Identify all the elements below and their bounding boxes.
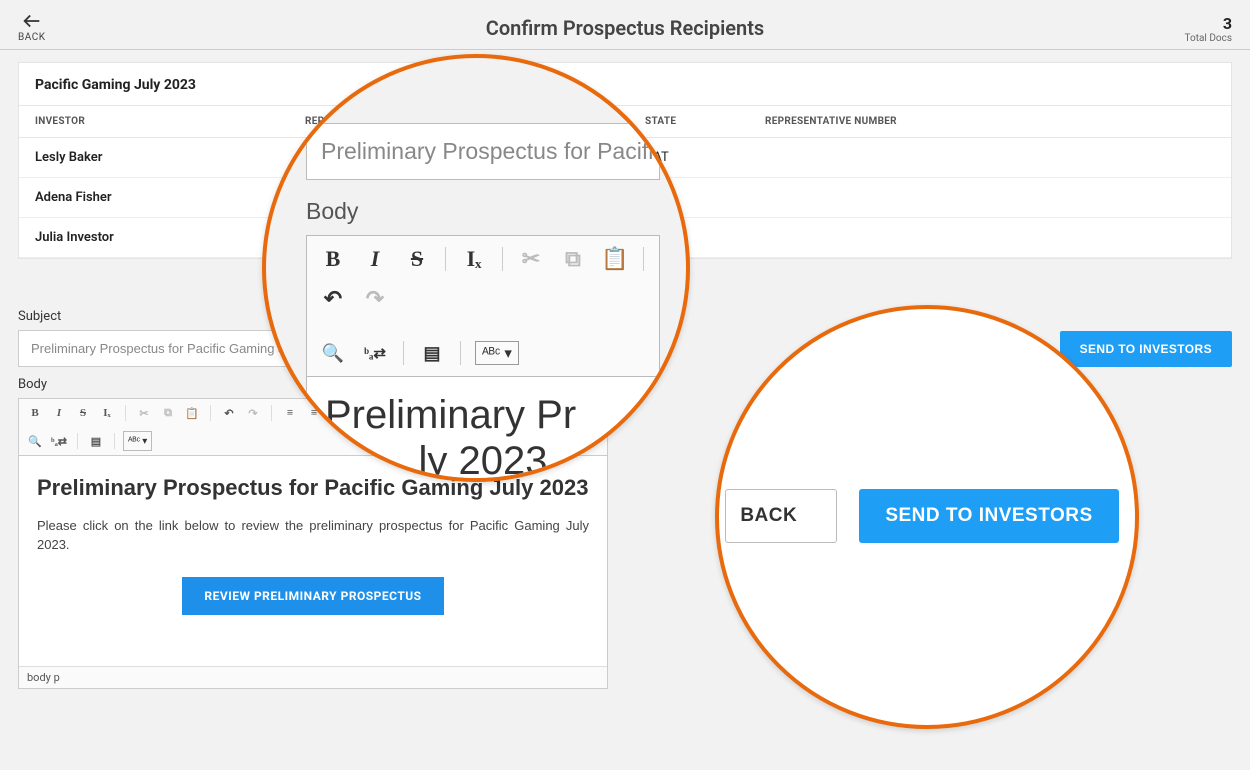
col-state: STATE <box>629 106 749 138</box>
align-left-icon[interactable]: ≡ <box>280 403 300 423</box>
find-icon[interactable]: 🔍 <box>25 431 45 451</box>
editor-status-path: body p <box>19 666 607 688</box>
total-docs-label: Total Docs <box>1185 33 1232 44</box>
callout-back-button[interactable]: BACK <box>725 489 837 543</box>
copy-icon[interactable]: ⧉ <box>559 246 587 272</box>
cell-rep-number <box>749 218 1049 258</box>
paste-icon[interactable]: 📋 <box>601 246 629 272</box>
email-paragraph: Please click on the link below to review… <box>37 516 589 555</box>
redo-icon[interactable]: ↷ <box>361 286 389 312</box>
callout-heading-line1: Preliminary Pr <box>306 377 660 439</box>
cell-rep-number <box>749 138 1049 178</box>
callout-send-button[interactable]: SEND TO INVESTORS <box>859 489 1118 543</box>
col-investor: INVESTOR <box>19 106 289 138</box>
undo-icon[interactable]: ↶ <box>219 403 239 423</box>
paste-icon[interactable]: 📋 <box>182 403 202 423</box>
cut-icon[interactable]: ✂ <box>134 403 154 423</box>
replace-icon[interactable]: ᵇₐ⇄ <box>361 340 389 366</box>
col-rep-number: REPRESENTATIVE NUMBER <box>749 106 1049 138</box>
callout-subject-body: ject Preliminary Prospectus for Pacific … <box>262 54 690 482</box>
callout-toolbar: B I S Iₓ ✂ ⧉ 📋 ↶ ↷ 🔍 ᵇₐ⇄ ▤ ᴬᴮᶜ▾ <box>306 235 660 377</box>
back-button[interactable]: BACK <box>18 10 45 43</box>
cell-investor: Adena Fisher <box>19 178 289 218</box>
replace-icon[interactable]: ᵇₐ⇄ <box>49 431 69 451</box>
copy-icon[interactable]: ⧉ <box>158 403 178 423</box>
cell-blank <box>1049 138 1231 178</box>
spellcheck-dropdown[interactable]: ᴬᴮᶜ▾ <box>475 341 519 365</box>
spellcheck-dropdown[interactable]: ᴬᴮᶜ▾ <box>123 431 152 451</box>
find-icon[interactable]: 🔍 <box>319 340 347 366</box>
italic-icon[interactable]: I <box>49 403 69 423</box>
bold-icon[interactable]: B <box>25 403 45 423</box>
strike-icon[interactable]: S <box>73 403 93 423</box>
total-docs-count: 3 <box>1185 14 1232 33</box>
callout-action-buttons: BACK SEND TO INVESTORS <box>715 305 1139 729</box>
review-prospectus-button[interactable]: REVIEW PRELIMINARY PROSPECTUS <box>182 577 443 615</box>
strike-icon[interactable]: S <box>403 246 431 272</box>
chevron-down-icon: ▾ <box>142 436 147 447</box>
italic-icon[interactable]: I <box>361 246 389 272</box>
arrow-left-icon <box>21 10 43 32</box>
redo-icon[interactable]: ↷ <box>243 403 263 423</box>
clear-format-icon[interactable]: Iₓ <box>460 246 488 272</box>
bold-icon[interactable]: B <box>319 246 347 272</box>
clear-format-icon[interactable]: Iₓ <box>97 403 117 423</box>
back-label: BACK <box>18 32 45 43</box>
total-docs: 3 Total Docs <box>1185 14 1232 44</box>
cell-blank <box>1049 178 1231 218</box>
callout-subject-input[interactable]: Preliminary Prospectus for Pacific <box>306 123 660 180</box>
callout-body-label: Body <box>306 198 660 225</box>
send-to-investors-button[interactable]: SEND TO INVESTORS <box>1060 331 1232 367</box>
cut-icon[interactable]: ✂ <box>517 246 545 272</box>
page-title: Confirm Prospectus Recipients <box>486 16 764 40</box>
paragraph-icon[interactable]: ▤ <box>418 340 446 366</box>
cell-investor: Lesly Baker <box>19 138 289 178</box>
page-header: BACK Confirm Prospectus Recipients 3 Tot… <box>0 0 1250 50</box>
cell-investor: Julia Investor <box>19 218 289 258</box>
chevron-down-icon: ▾ <box>504 344 512 362</box>
cell-blank <box>1049 218 1231 258</box>
undo-icon[interactable]: ↶ <box>319 286 347 312</box>
cell-rep-number <box>749 178 1049 218</box>
editor-content[interactable]: Preliminary Prospectus for Pacific Gamin… <box>19 456 607 666</box>
paragraph-icon[interactable]: ▤ <box>86 431 106 451</box>
deal-title: Pacific Gaming July 2023 <box>19 63 1231 106</box>
col-blank <box>1049 106 1231 138</box>
